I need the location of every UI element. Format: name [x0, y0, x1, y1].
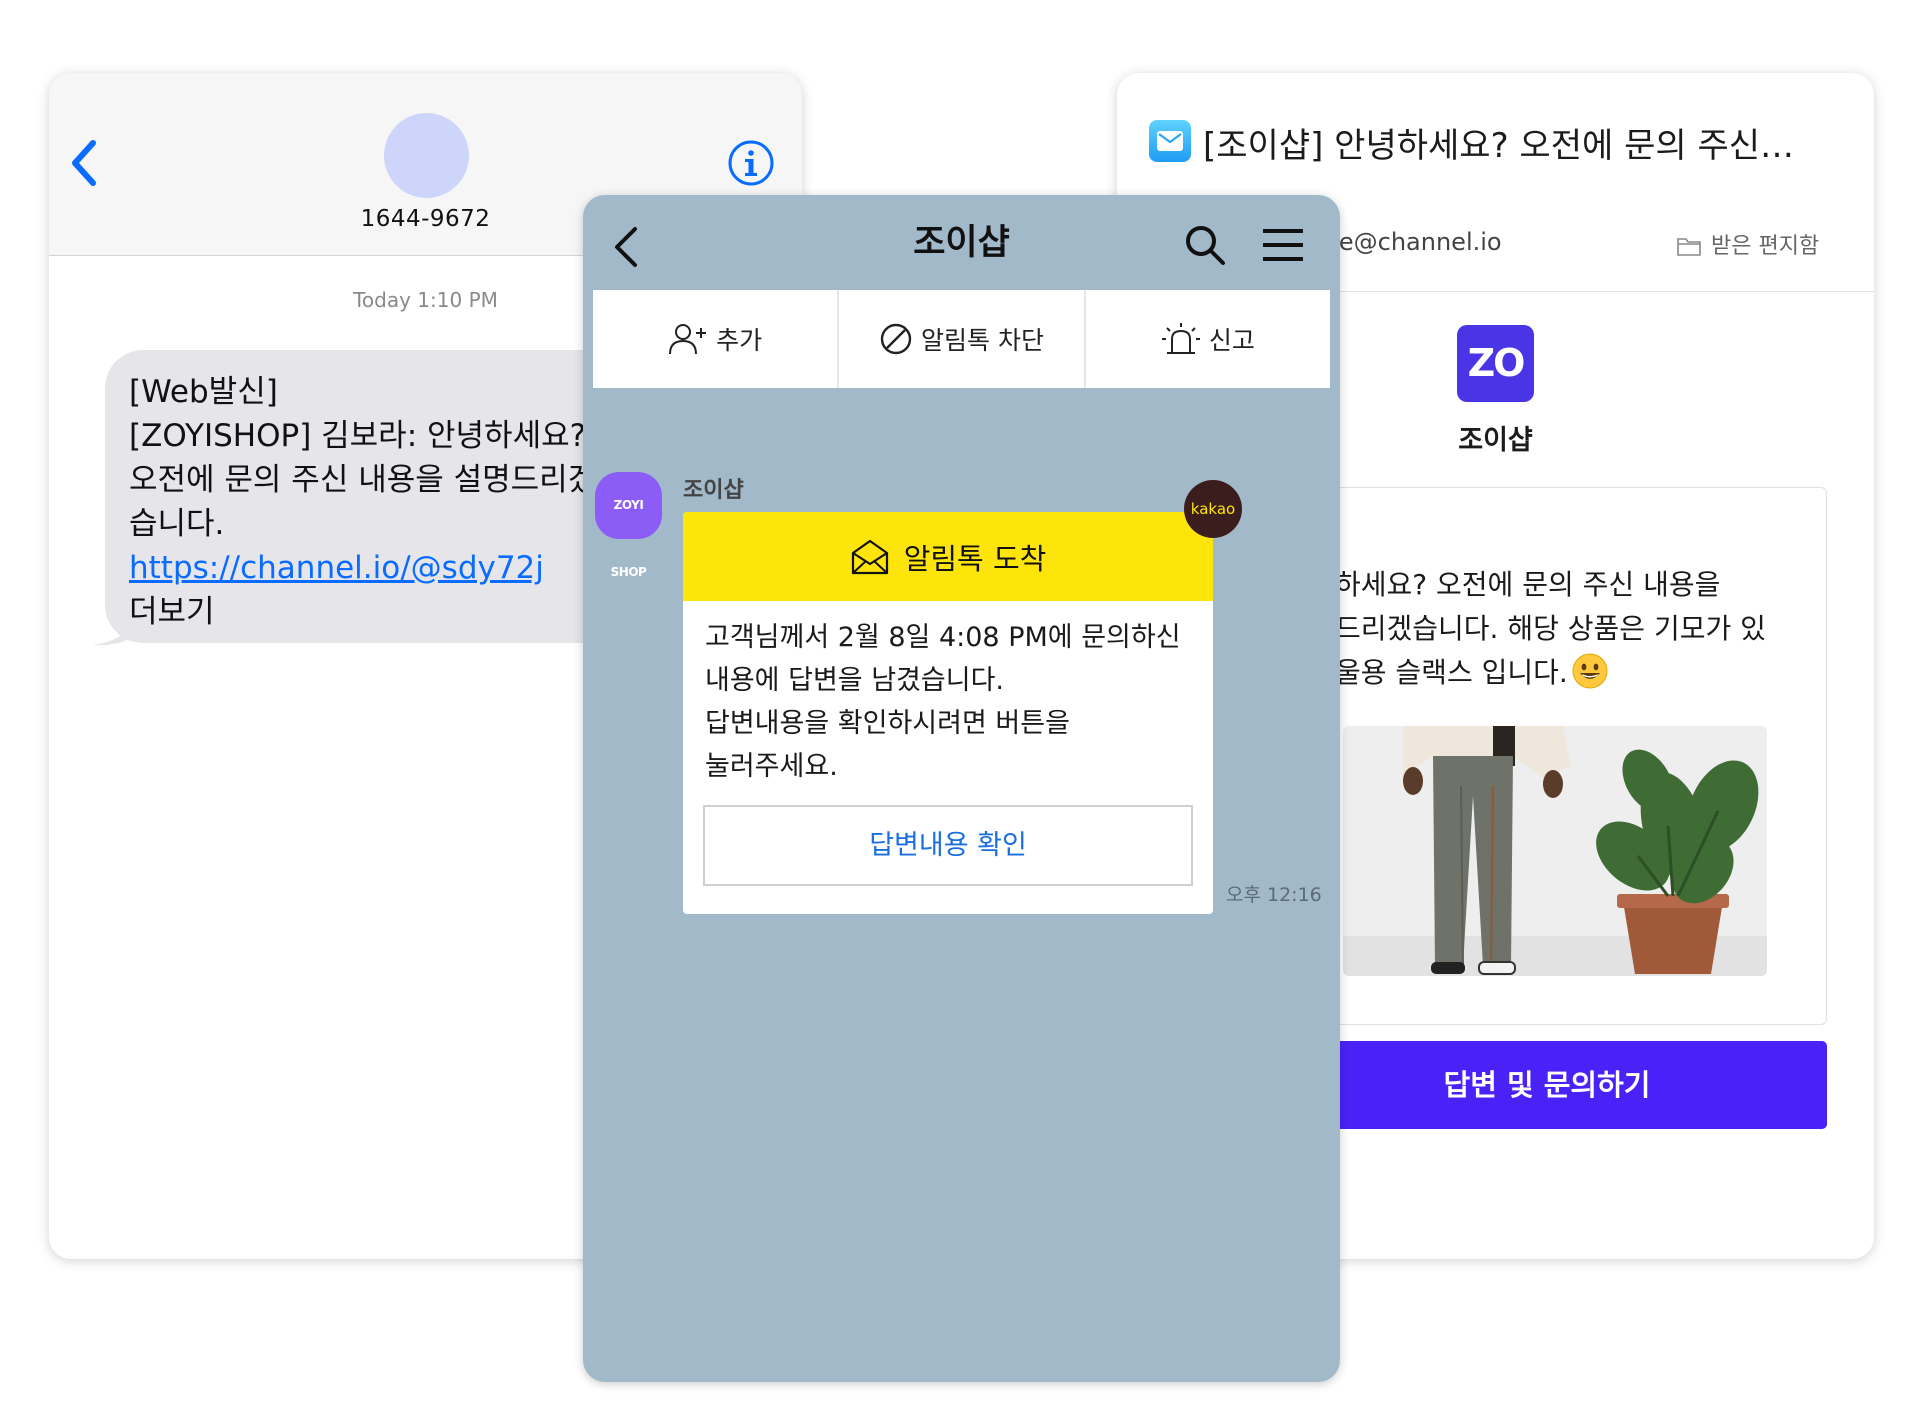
email-subject: [조이샵] 안녕하세요? 오전에 문의 주신…	[1203, 126, 1795, 166]
sender-avatar[interactable]: ZOYI SHOP	[595, 472, 662, 579]
add-person-icon	[669, 324, 707, 355]
card-body: 고객님께서 2월 8일 4:08 PM에 문의하신 내용에 답변을 남겼습니다.…	[705, 616, 1195, 788]
block-notification-button[interactable]: 알림톡 차단	[839, 290, 1086, 388]
folder-name: 받은 편지함	[1711, 234, 1820, 259]
card-header: 알림톡 도착	[683, 512, 1213, 601]
mail-app-icon	[1149, 120, 1191, 162]
action-bar: 추가 알림톡 차단 신고	[593, 290, 1330, 388]
sender-name: 조이샵	[683, 478, 744, 503]
contact-avatar[interactable]	[384, 113, 469, 198]
email-body-line: 하세요? 오전에 문의 주신 내용을	[1335, 568, 1721, 601]
card-body-line: 눌러주세요.	[705, 751, 838, 782]
kakao-badge: kakao	[1184, 480, 1242, 538]
kakao-window: 조이샵 추가 알림톡 차단 신고 ZOYI SHOP 조이샵 알림톡 도착 고객…	[583, 195, 1340, 1382]
card-body-line: 내용에 답변을 남겼습니다.	[705, 665, 1004, 696]
email-body-line: 드리겠습니다. 해당 상품은 기모가 있	[1335, 612, 1766, 645]
message-time: 오후 12:16	[1226, 884, 1322, 906]
brand-logo: ZO	[1457, 325, 1534, 402]
smile-emoji-icon	[1572, 653, 1608, 689]
view-reply-button[interactable]: 답변내용 확인	[703, 805, 1193, 886]
folder-label[interactable]: 받은 편지함	[1677, 228, 1819, 260]
back-chevron-icon[interactable]	[65, 133, 105, 193]
hamburger-menu-icon[interactable]	[1261, 227, 1305, 267]
envelope-icon	[851, 539, 888, 574]
siren-icon	[1161, 323, 1200, 354]
product-photo[interactable]	[1343, 726, 1767, 976]
folder-icon	[1677, 238, 1701, 256]
alimtalk-card: 알림톡 도착 고객님께서 2월 8일 4:08 PM에 문의하신 내용에 답변을…	[683, 512, 1213, 914]
reply-inquiry-button[interactable]: 답변 및 문의하기	[1267, 1041, 1827, 1129]
info-icon[interactable]	[726, 138, 776, 188]
email-body: 하세요? 오전에 문의 주신 내용을 드리겠습니다. 해당 상품은 기모가 있 …	[1335, 563, 1805, 695]
card-body-line: 답변내용을 확인하시려면 버튼을	[705, 708, 1070, 739]
report-button[interactable]: 신고	[1086, 290, 1330, 388]
message-bubble[interactable]: [Web발신] [ZOYISHOP] 김보라: 안녕하세요? 오전에 문의 주신…	[105, 350, 665, 643]
search-icon[interactable]	[1183, 223, 1227, 271]
block-icon	[880, 323, 912, 355]
email-body-line-last: 울용 슬랙스 입니다.	[1335, 651, 1805, 695]
email-sender[interactable]: nie@channel.io	[1317, 228, 1502, 256]
card-body-line: 고객님께서 2월 8일 4:08 PM에 문의하신	[705, 622, 1181, 653]
add-friend-button[interactable]: 추가	[593, 290, 840, 388]
